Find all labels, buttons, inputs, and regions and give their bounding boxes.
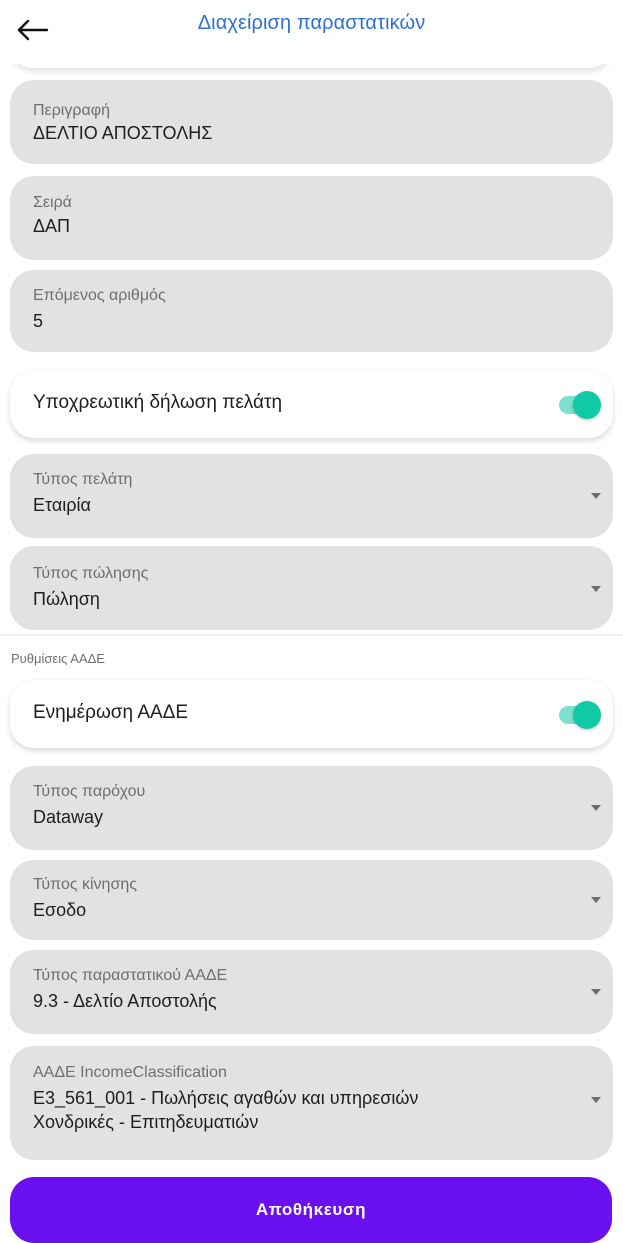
save-button-label: Αποθήκευση bbox=[255, 1200, 367, 1219]
aade-document-type-label: Τύπος παραστατικού ΑΑΔΕ bbox=[33, 967, 228, 984]
aade-update-row: Ενημέρωση ΑΑΔΕ bbox=[10, 680, 613, 748]
sale-type-value: Πώληση bbox=[33, 589, 100, 609]
series-value: ΔΑΠ bbox=[33, 216, 71, 236]
chevron-down-icon bbox=[591, 897, 601, 903]
income-classification-value-line1: Ε3_561_001 - Πωλήσεις αγαθών και υπηρεσι… bbox=[33, 1088, 419, 1108]
mandatory-customer-label: Υποχρεωτική δήλωση πελάτη bbox=[33, 392, 283, 413]
aade-document-type-select[interactable]: Τύπος παραστατικού ΑΑΔΕ 9.3 - Δελτίο Απο… bbox=[10, 950, 613, 1034]
sale-type-select[interactable]: Τύπος πώλησης Πώληση bbox=[10, 546, 613, 630]
next-number-field[interactable]: Επόμενος αριθμός 5 bbox=[10, 270, 613, 352]
next-number-label: Επόμενος αριθμός bbox=[33, 287, 166, 304]
provider-type-value: Dataway bbox=[33, 807, 104, 827]
description-value: ΔΕΛΤΙΟ ΑΠΟΣΤΟΛΗΣ bbox=[33, 123, 213, 143]
page-title: Διαχείριση παραστατικών bbox=[197, 12, 426, 34]
customer-type-select[interactable]: Τύπος πελάτη Εταιρία bbox=[10, 454, 613, 538]
income-classification-select[interactable]: ΑΑΔΕ IncomeClassification Ε3_561_001 - Π… bbox=[10, 1046, 613, 1160]
customer-type-label: Τύπος πελάτη bbox=[33, 471, 133, 488]
aade-section-title: Ρυθμίσεις ΑΑΔΕ bbox=[11, 651, 105, 666]
app-bar: Διαχείριση παραστατικών bbox=[0, 0, 623, 64]
aade-document-type-value: 9.3 - Δελτίο Αποστολής bbox=[33, 991, 217, 1011]
provider-type-label: Τύπος παρόχου bbox=[33, 783, 146, 800]
description-field[interactable]: Περιγραφή ΔΕΛΤΙΟ ΑΠΟΣΤΟΛΗΣ bbox=[10, 80, 613, 164]
sale-type-label: Τύπος πώλησης bbox=[33, 565, 149, 582]
aade-update-label: Ενημέρωση ΑΑΔΕ bbox=[33, 702, 189, 723]
next-number-value: 5 bbox=[33, 311, 44, 331]
series-label: Σειρά bbox=[33, 194, 72, 211]
chevron-down-icon bbox=[591, 989, 601, 995]
toggle-thumb bbox=[573, 701, 601, 729]
customer-type-value: Εταιρία bbox=[33, 495, 91, 515]
chevron-down-icon bbox=[591, 493, 601, 499]
income-classification-label: ΑΑΔΕ IncomeClassification bbox=[33, 1064, 227, 1081]
movement-type-label: Τύπος κίνησης bbox=[33, 876, 137, 893]
chevron-down-icon bbox=[591, 586, 601, 592]
description-label: Περιγραφή bbox=[33, 102, 110, 119]
save-button[interactable]: Αποθήκευση bbox=[10, 1177, 612, 1243]
income-classification-value-line2: Χονδρικές - Επιτηδευματιών bbox=[33, 1112, 259, 1132]
movement-type-select[interactable]: Τύπος κίνησης Εσοδο bbox=[10, 860, 613, 940]
chevron-down-icon bbox=[591, 1097, 601, 1103]
mandatory-customer-row: Υποχρεωτική δήλωση πελάτη bbox=[10, 370, 613, 438]
mandatory-customer-toggle[interactable] bbox=[559, 391, 601, 419]
series-field[interactable]: Σειρά ΔΑΠ bbox=[10, 176, 613, 260]
aade-update-toggle[interactable] bbox=[559, 701, 601, 729]
section-divider bbox=[0, 634, 623, 636]
provider-type-select[interactable]: Τύπος παρόχου Dataway bbox=[10, 766, 613, 850]
toggle-thumb bbox=[573, 391, 601, 419]
movement-type-value: Εσοδο bbox=[33, 900, 87, 920]
chevron-down-icon bbox=[591, 805, 601, 811]
